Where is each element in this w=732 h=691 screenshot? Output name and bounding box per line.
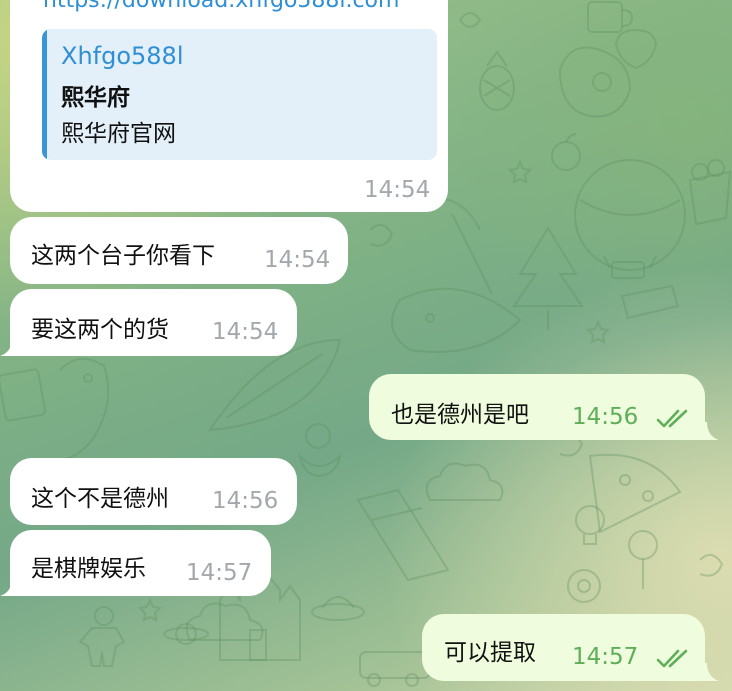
- message-time: 14:54: [364, 177, 431, 203]
- message-time: 14:56: [212, 488, 279, 514]
- link-preview[interactable]: Xhfgo588l 熙华府 熙华府官网: [42, 29, 437, 160]
- cat-doodle: [558, 46, 632, 118]
- message-text: 也是德州是吧: [391, 402, 529, 428]
- telescope-doodle: [620, 284, 680, 320]
- message-link[interactable]: https://download.xhfgo588l.com: [43, 0, 399, 13]
- dinosaur-doodle: [59, 358, 110, 461]
- double-check-icon: [656, 649, 688, 668]
- link-preview-description: 熙华府官网: [61, 121, 176, 147]
- balloon-doodle: [574, 159, 686, 279]
- boat-doodle: [356, 488, 450, 582]
- message-text: 可以提取: [444, 640, 536, 666]
- message-time: 14:57: [186, 560, 253, 586]
- message-text: 要这两个的货: [31, 317, 169, 343]
- outgoing-message-bubble: 也是德州是吧 14:56: [369, 374, 705, 440]
- incoming-message-bubble: 这两个台子你看下 14:54: [10, 217, 348, 284]
- shark-doodle: [391, 287, 522, 353]
- message-time: 14:54: [212, 319, 279, 345]
- outgoing-bubble-tail: [701, 422, 719, 440]
- outgoing-message-bubble: 可以提取 14:57: [422, 614, 705, 681]
- incoming-message-bubble: 是棋牌娱乐 14:57: [10, 530, 271, 596]
- duck-doodle: [298, 423, 342, 478]
- incoming-message-bubble: 要这两个的货 14:54: [10, 289, 297, 356]
- frame-doodle: [0, 368, 47, 422]
- message-text: 是棋牌娱乐: [31, 556, 146, 582]
- strawberry-doodle: [614, 28, 658, 70]
- message-time: 14:56: [572, 404, 639, 430]
- apple-doodle: [551, 133, 581, 171]
- ball-doodle: [567, 569, 601, 603]
- lollipop-doodle: [628, 530, 658, 589]
- tree-doodle: [512, 226, 584, 330]
- pineapple-doodle: [479, 50, 515, 111]
- message-text: 这个不是德州: [31, 486, 169, 512]
- umbrella-doodle: [419, 197, 493, 295]
- link-message-bubble: https://download.xhfgo588l.com Xhfgo588l…: [10, 0, 448, 212]
- popcorn-doodle: [688, 159, 732, 226]
- incoming-message-bubble: 这个不是德州 14:56: [10, 458, 297, 525]
- gingerbread-doodle: [78, 606, 126, 667]
- incoming-bubble-tail: [0, 578, 18, 596]
- link-preview-accent-bar: [42, 29, 47, 160]
- outgoing-bubble-tail: [701, 663, 719, 681]
- link-preview-title: 熙华府: [61, 85, 130, 111]
- incoming-bubble-tail: [0, 338, 18, 356]
- train-doodle: [359, 651, 431, 687]
- mug-doodle: [587, 1, 634, 33]
- message-text: 这两个台子你看下: [31, 243, 215, 269]
- link-preview-site-name: Xhfgo588l: [61, 42, 184, 70]
- ufo-doodle: [311, 596, 365, 621]
- double-check-icon: [656, 409, 688, 428]
- message-time: 14:54: [264, 247, 331, 273]
- message-time: 14:57: [572, 644, 639, 670]
